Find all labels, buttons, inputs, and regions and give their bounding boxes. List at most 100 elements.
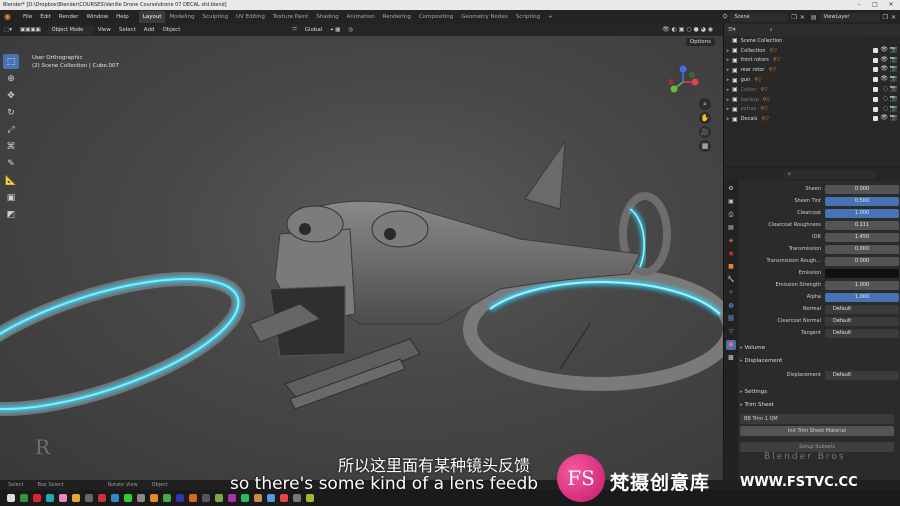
copy-layer-icon[interactable]: ❐ [883, 14, 888, 21]
maximize-icon[interactable]: □ [868, 0, 882, 10]
app-icon[interactable] [45, 494, 54, 502]
property-value[interactable]: 0.000 [825, 185, 899, 194]
app-icon[interactable] [123, 494, 132, 502]
expand-arrow-icon[interactable]: ▸ [724, 97, 732, 103]
proportional-edit-icon[interactable]: ◎ [344, 27, 357, 33]
move-tool-icon[interactable]: ✥ [3, 88, 19, 103]
app-icon[interactable] [136, 494, 145, 502]
render-icon[interactable]: 📷 [890, 46, 897, 53]
view-layer-tab-icon[interactable]: ▤ [726, 223, 736, 233]
app-icon[interactable] [32, 494, 41, 502]
mode-select[interactable]: Object Mode [47, 25, 94, 35]
property-value[interactable]: 1.450 [825, 233, 899, 242]
tab-layout[interactable]: Layout [138, 11, 166, 23]
tab-scripting[interactable]: Scripting [512, 11, 544, 23]
options-button[interactable]: Options [685, 38, 715, 46]
expand-arrow-icon[interactable]: ▸ [724, 48, 732, 54]
menu-window[interactable]: Window [82, 10, 112, 24]
transform-orientation-icon[interactable]: ⤧ [288, 27, 300, 34]
property-value[interactable]: 0.000 [825, 245, 899, 254]
property-value[interactable] [825, 269, 899, 278]
init-trim-material-button[interactable]: Init Trim Sheet Material [740, 426, 894, 436]
app-icon[interactable] [162, 494, 171, 502]
texture-tab-icon[interactable]: ▩ [726, 353, 736, 363]
app-icon[interactable] [253, 494, 262, 502]
outliner-item[interactable]: ▸ ▣ Cutter ⚲▽ ◌ 📷 [724, 85, 900, 95]
scale-tool-icon[interactable]: ⤢ [3, 122, 19, 137]
start-icon[interactable] [6, 494, 15, 502]
material-tab-icon[interactable]: ● [726, 340, 736, 350]
tab-sculpting[interactable]: Sculpting [198, 11, 232, 23]
close-icon[interactable]: ✕ [884, 0, 898, 10]
navigation-gizmo[interactable] [665, 64, 701, 100]
properties-search[interactable]: ⌕ [724, 167, 900, 181]
delete-icon[interactable]: ✕ [800, 14, 805, 21]
menu-help[interactable]: Help [112, 10, 133, 24]
transform-tool-icon[interactable]: ⌘ [3, 139, 19, 154]
outliner-filter-icon[interactable]: ☰▾ [728, 27, 736, 33]
settings-panel[interactable]: Settings [740, 389, 768, 395]
snap-icon[interactable]: ⌖ ▦ [326, 27, 344, 34]
exclude-checkbox[interactable] [873, 116, 878, 122]
add-cube-tool-icon[interactable]: ▣ [3, 190, 19, 205]
scene-field[interactable]: Scene [730, 12, 789, 22]
menu-file[interactable]: File [19, 10, 36, 24]
editor-type-icon[interactable]: ⬚▾ [0, 27, 16, 33]
render-icon[interactable]: 📷 [890, 114, 897, 121]
menu-object[interactable]: Object [158, 27, 184, 33]
exclude-checkbox[interactable] [873, 96, 878, 102]
visibility-icon[interactable]: 👁 [880, 75, 888, 82]
delete-layer-icon[interactable]: ✕ [891, 14, 896, 21]
render-icon[interactable]: 📷 [890, 105, 897, 112]
expand-arrow-icon[interactable]: ▸ [724, 67, 732, 73]
particles-tab-icon[interactable]: ✧ [726, 288, 736, 298]
tab-uv-editing[interactable]: UV Editing [232, 11, 269, 23]
expand-arrow-icon[interactable]: ▸ [724, 87, 732, 93]
app-icon[interactable] [175, 494, 184, 502]
blender-logo-icon[interactable]: ◉ [4, 12, 16, 22]
add-workspace-icon[interactable]: + [544, 11, 557, 23]
world-tab-icon[interactable]: ◉ [726, 249, 736, 259]
object-tab-icon[interactable]: ■ [726, 262, 736, 272]
selection-mode-icons[interactable]: ▣▣▣▣ [16, 27, 45, 33]
exclude-checkbox[interactable] [873, 47, 878, 53]
visibility-icon[interactable]: 👁 [880, 56, 888, 63]
app-icon[interactable] [201, 494, 210, 502]
app-icon[interactable] [266, 494, 275, 502]
tab-compositing[interactable]: Compositing [415, 11, 457, 23]
app-icon[interactable] [188, 494, 197, 502]
volume-panel[interactable]: Volume [740, 345, 765, 351]
trim-sheet-panel[interactable]: Trim Sheet [740, 402, 774, 408]
grid-view-icon[interactable]: ▦ [699, 140, 711, 152]
expand-arrow-icon[interactable]: ▸ [724, 116, 732, 122]
render-icon[interactable]: 📷 [890, 65, 897, 72]
app-icon[interactable] [84, 494, 93, 502]
app-icon[interactable] [227, 494, 236, 502]
menu-select[interactable]: Select [115, 27, 140, 33]
annotate-tool-icon[interactable]: ✎ [3, 156, 19, 171]
exclude-checkbox[interactable] [873, 77, 878, 83]
visibility-icon[interactable]: ◌ [883, 95, 888, 102]
tab-modeling[interactable]: Modeling [165, 11, 198, 23]
app-icon[interactable] [214, 494, 223, 502]
folder-icon[interactable] [71, 494, 80, 502]
property-value[interactable]: Default [825, 305, 899, 314]
app-icon[interactable] [19, 494, 28, 502]
modifier-tab-icon[interactable]: 🔧 [726, 275, 736, 285]
render-tab-icon[interactable]: ▣ [726, 197, 736, 207]
tab-shading[interactable]: Shading [312, 11, 342, 23]
property-value[interactable]: 1.000 [825, 281, 899, 290]
camera-view-icon[interactable]: 🎥 [699, 126, 711, 138]
app-icon[interactable] [305, 494, 314, 502]
tab-animation[interactable]: Animation [343, 11, 379, 23]
property-value[interactable]: Default [825, 329, 899, 338]
data-tab-icon[interactable]: ▽ [726, 327, 736, 337]
view-layer-field[interactable]: ViewLayer [819, 12, 880, 22]
exclude-checkbox[interactable] [873, 57, 878, 63]
render-icon[interactable]: 📷 [890, 56, 897, 63]
expand-arrow-icon[interactable]: ▸ [724, 77, 732, 83]
exclude-checkbox[interactable] [873, 106, 878, 112]
menu-render[interactable]: Render [55, 10, 83, 24]
render-icon[interactable]: 📷 [890, 85, 897, 92]
property-value[interactable]: 1.000 [825, 293, 899, 302]
